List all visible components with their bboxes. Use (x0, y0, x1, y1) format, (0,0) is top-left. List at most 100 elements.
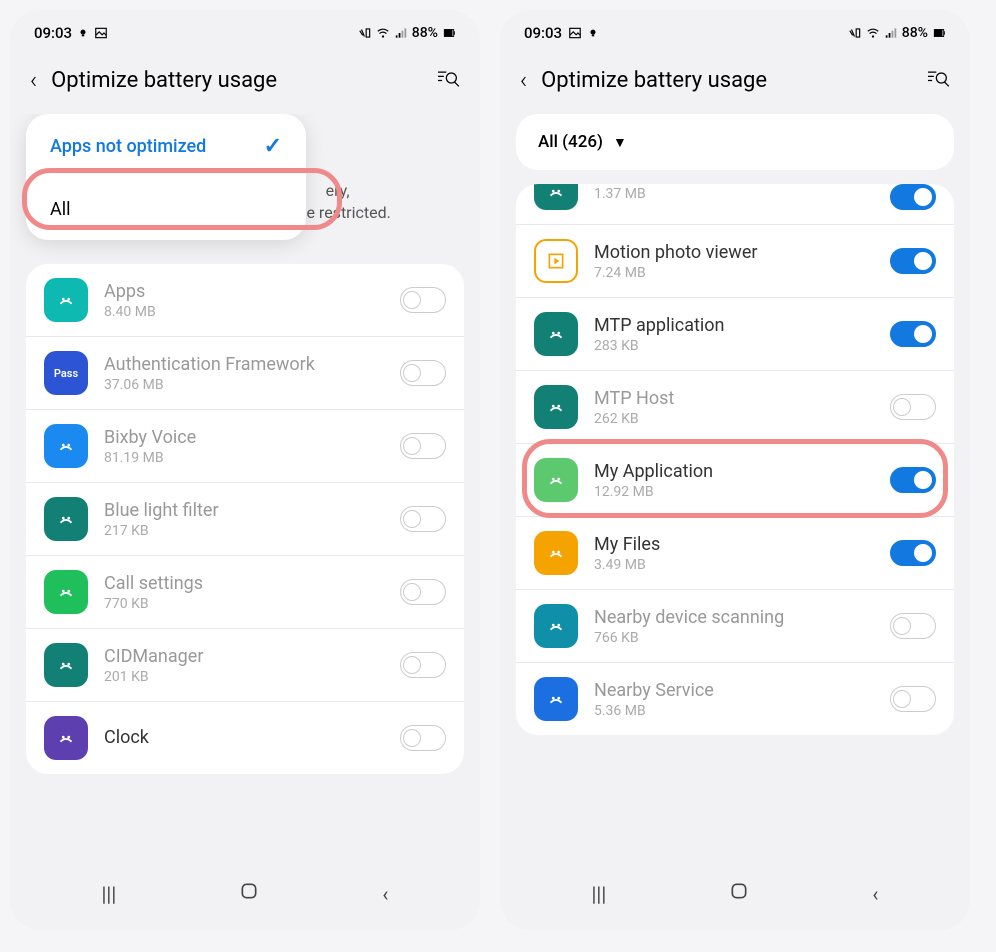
search-button[interactable] (926, 68, 950, 93)
app-row[interactable]: MTP Host 262 KB (516, 370, 954, 443)
app-name: Motion photo viewer (594, 242, 874, 263)
optimize-toggle[interactable] (400, 360, 446, 386)
app-row[interactable]: Blue light filter 217 KB (26, 482, 464, 555)
app-icon (534, 239, 578, 283)
nav-back[interactable]: ‹ (382, 882, 388, 906)
signal-icon (884, 26, 898, 40)
app-name: My Files (594, 534, 874, 555)
optimize-toggle[interactable] (400, 579, 446, 605)
app-row[interactable]: My Files 3.49 MB (516, 516, 954, 589)
app-icon: Pass (44, 351, 88, 395)
battery-icon (442, 26, 456, 40)
optimize-toggle[interactable] (400, 725, 446, 751)
optimize-toggle[interactable] (890, 686, 936, 712)
optimize-toggle[interactable] (890, 321, 936, 347)
phone-screen-left: 09:03 88% ‹ Optimize battery usage xxxxx… (10, 10, 480, 930)
status-battery: 88% (412, 25, 438, 41)
optimize-toggle[interactable] (400, 652, 446, 678)
app-name: Nearby Service (594, 680, 874, 701)
app-row[interactable]: Nearby Service 5.36 MB (516, 662, 954, 735)
filter-dropdown: Apps not optimized ✓ All (26, 114, 306, 240)
optimize-toggle[interactable] (890, 613, 936, 639)
app-size: 770 KB (104, 596, 384, 612)
nav-bar: ||| ‹ (500, 863, 970, 930)
caret-down-icon: ▼ (613, 134, 627, 151)
app-row[interactable]: 1.37 MB (516, 184, 954, 224)
app-row[interactable]: Pass Authentication Framework 37.06 MB (26, 336, 464, 409)
app-name: Authentication Framework (104, 354, 384, 375)
vibrate-icon (848, 26, 862, 40)
back-button[interactable]: ‹ (520, 66, 527, 94)
battery-icon (932, 26, 946, 40)
wifi-icon (866, 26, 880, 40)
app-row[interactable]: CIDManager 201 KB (26, 628, 464, 701)
filter-label: All (426) (538, 132, 603, 152)
search-button[interactable] (436, 68, 460, 93)
app-row[interactable]: Clock (26, 701, 464, 774)
dropdown-option-all[interactable]: All (26, 179, 306, 240)
app-icon (44, 643, 88, 687)
app-name: Nearby device scanning (594, 607, 874, 628)
app-name: MTP application (594, 315, 874, 336)
app-icon (534, 184, 578, 210)
app-row[interactable]: Bixby Voice 81.19 MB (26, 409, 464, 482)
bulb-icon (588, 28, 598, 38)
app-info: Motion photo viewer 7.24 MB (594, 242, 874, 281)
app-info: Blue light filter 217 KB (104, 500, 384, 539)
app-name: Apps (104, 281, 384, 302)
bulb-icon (78, 28, 88, 38)
back-button[interactable]: ‹ (30, 66, 37, 94)
app-icon (44, 716, 88, 760)
app-row[interactable]: Call settings 770 KB (26, 555, 464, 628)
optimize-toggle[interactable] (890, 184, 936, 210)
app-info: Clock (104, 727, 384, 750)
status-bar: 09:03 88% (500, 10, 970, 52)
nav-recents[interactable]: ||| (102, 882, 117, 906)
app-info: My Files 3.49 MB (594, 534, 874, 573)
app-icon (534, 312, 578, 356)
status-battery: 88% (902, 25, 928, 41)
app-size: 37.06 MB (104, 377, 384, 393)
app-row[interactable]: MTP application 283 KB (516, 297, 954, 370)
dropdown-label-selected: Apps not optimized (50, 136, 206, 157)
app-info: My Application 12.92 MB (594, 461, 874, 500)
app-row[interactable]: Apps 8.40 MB (26, 264, 464, 336)
app-icon (534, 531, 578, 575)
app-info: Nearby device scanning 766 KB (594, 607, 874, 646)
app-name: MTP Host (594, 388, 874, 409)
app-info: Authentication Framework 37.06 MB (104, 354, 384, 393)
optimize-toggle[interactable] (400, 433, 446, 459)
status-bar: 09:03 88% (10, 10, 480, 52)
optimize-toggle[interactable] (890, 248, 936, 274)
nav-home[interactable] (729, 881, 749, 906)
optimize-toggle[interactable] (890, 467, 936, 493)
nav-home[interactable] (239, 881, 259, 906)
optimize-toggle[interactable] (400, 506, 446, 532)
filter-dropdown-closed[interactable]: All (426) ▼ (516, 114, 954, 170)
nav-recents[interactable]: ||| (592, 882, 607, 906)
filtered-search-icon (926, 68, 950, 88)
dropdown-option-not-optimized[interactable]: Apps not optimized ✓ (26, 114, 306, 179)
app-size: 766 KB (594, 630, 874, 646)
app-row[interactable]: Motion photo viewer 7.24 MB (516, 224, 954, 297)
app-info: 1.37 MB (594, 184, 874, 202)
app-icon (534, 677, 578, 721)
optimize-toggle[interactable] (400, 287, 446, 313)
optimize-toggle[interactable] (890, 540, 936, 566)
app-size: 283 KB (594, 338, 874, 354)
filtered-search-icon (436, 68, 460, 88)
page-title: Optimize battery usage (541, 68, 912, 93)
app-icon (534, 458, 578, 502)
app-row[interactable]: Nearby device scanning 766 KB (516, 589, 954, 662)
app-bar: ‹ Optimize battery usage (10, 52, 480, 114)
app-row[interactable]: My Application 12.92 MB (516, 443, 954, 516)
optimize-toggle[interactable] (890, 394, 936, 420)
app-info: CIDManager 201 KB (104, 646, 384, 685)
app-list-card: Apps 8.40 MB Pass Authentication Framewo… (26, 264, 464, 774)
nav-back[interactable]: ‹ (872, 882, 878, 906)
app-info: Bixby Voice 81.19 MB (104, 427, 384, 466)
app-name: My Application (594, 461, 874, 482)
app-info: MTP application 283 KB (594, 315, 874, 354)
app-info: Nearby Service 5.36 MB (594, 680, 874, 719)
filter-card: All (426) ▼ (516, 114, 954, 170)
